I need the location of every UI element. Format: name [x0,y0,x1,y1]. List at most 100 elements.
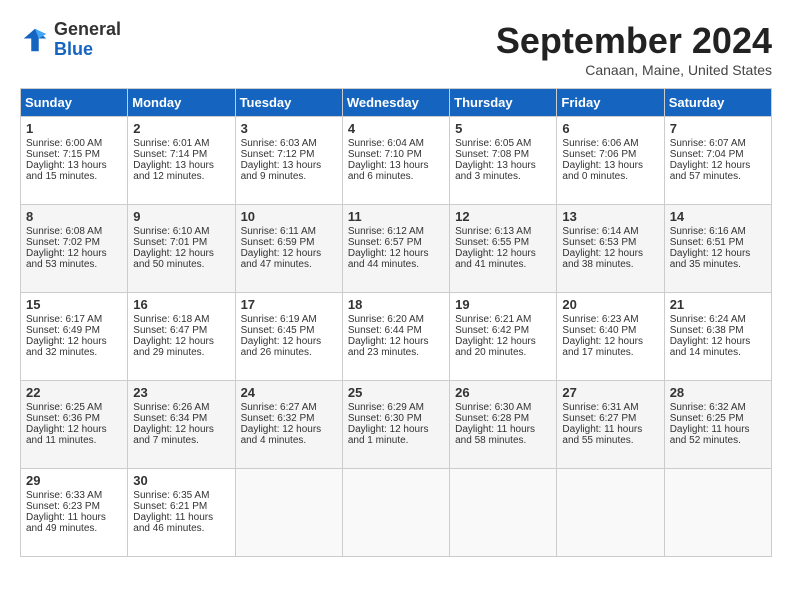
sunset-text: Sunset: 6:25 PM [670,413,744,424]
sunrise-text: Sunrise: 6:32 AM [670,402,746,413]
weekday-header-monday: Monday [128,89,235,117]
calendar-cell: 24Sunrise: 6:27 AMSunset: 6:32 PMDayligh… [235,381,342,469]
sunset-text: Sunset: 6:32 PM [241,413,315,424]
calendar-cell: 3Sunrise: 6:03 AMSunset: 7:12 PMDaylight… [235,117,342,205]
sunset-text: Sunset: 6:44 PM [348,325,422,336]
calendar-cell: 6Sunrise: 6:06 AMSunset: 7:06 PMDaylight… [557,117,664,205]
day-number: 11 [348,209,444,224]
sunset-text: Sunset: 6:49 PM [26,325,100,336]
sunset-text: Sunset: 7:01 PM [133,237,207,248]
daylight-text: Daylight: 12 hours and 44 minutes. [348,248,429,270]
day-number: 12 [455,209,551,224]
calendar-cell: 28Sunrise: 6:32 AMSunset: 6:25 PMDayligh… [664,381,771,469]
sunset-text: Sunset: 6:59 PM [241,237,315,248]
daylight-text: Daylight: 12 hours and 29 minutes. [133,336,214,358]
day-number: 7 [670,121,766,136]
calendar-week-row: 8 Sunrise: 6:08 AMSunset: 7:02 PM Daylight… [21,205,772,293]
day-number: 8 [26,209,122,224]
day-number: 14 [670,209,766,224]
calendar-cell: 22Sunrise: 6:25 AMSunset: 6:36 PMDayligh… [21,381,128,469]
weekday-header-friday: Friday [557,89,664,117]
calendar-cell: 26Sunrise: 6:30 AMSunset: 6:28 PMDayligh… [450,381,557,469]
sunset-text: Sunset: 7:10 PM [348,149,422,160]
month-title: September 2024 [496,20,772,62]
daylight-text: Daylight: 12 hours and 57 minutes. [670,160,751,182]
sunset-text: Sunset: 7:08 PM [455,149,529,160]
sunset-text: Sunset: 6:34 PM [133,413,207,424]
calendar-cell: 9Sunrise: 6:10 AMSunset: 7:01 PMDaylight… [128,205,235,293]
title-block: September 2024 Canaan, Maine, United Sta… [496,20,772,78]
sunrise-text: Sunrise: 6:33 AM [26,490,102,501]
daylight-text: Daylight: 12 hours and 4 minutes. [241,424,322,446]
daylight-text: Daylight: 11 hours and 49 minutes. [26,512,106,534]
sunrise-text: Sunrise: 6:16 AM [670,226,746,237]
sunrise-text: Sunrise: 6:01 AM [133,138,209,149]
daylight-text: Daylight: 12 hours and 41 minutes. [455,248,536,270]
day-number: 15 [26,297,122,312]
day-number: 2 [133,121,229,136]
sunset-text: Sunset: 6:30 PM [348,413,422,424]
day-number: 29 [26,473,122,488]
sunset-text: Sunset: 6:51 PM [670,237,744,248]
sunrise-text: Sunrise: 6:21 AM [455,314,531,325]
daylight-text: Daylight: 12 hours and 35 minutes. [670,248,751,270]
day-number: 16 [133,297,229,312]
daylight-text: Daylight: 12 hours and 38 minutes. [562,248,643,270]
sunrise-text: Sunrise: 6:00 AM [26,138,102,149]
day-number: 5 [455,121,551,136]
logo-text: General Blue [54,20,121,60]
calendar-cell [450,469,557,557]
daylight-text: Daylight: 13 hours and 15 minutes. [26,160,107,182]
daylight-text: Daylight: 12 hours and 47 minutes. [241,248,322,270]
day-number: 19 [455,297,551,312]
sunrise-text: Sunrise: 6:10 AM [133,226,209,237]
sunset-text: Sunset: 6:27 PM [562,413,636,424]
weekday-header-row: SundayMondayTuesdayWednesdayThursdayFrid… [21,89,772,117]
sunset-text: Sunset: 7:02 PM [26,237,100,248]
calendar-cell: 16Sunrise: 6:18 AMSunset: 6:47 PMDayligh… [128,293,235,381]
sunrise-text: Sunrise: 6:35 AM [133,490,209,501]
sunrise-text: Sunrise: 6:30 AM [455,402,531,413]
sunrise-text: Sunrise: 6:23 AM [562,314,638,325]
calendar-cell [342,469,449,557]
sunrise-text: Sunrise: 6:26 AM [133,402,209,413]
weekday-header-wednesday: Wednesday [342,89,449,117]
day-number: 17 [241,297,337,312]
daylight-text: Daylight: 12 hours and 14 minutes. [670,336,751,358]
weekday-header-thursday: Thursday [450,89,557,117]
sunset-text: Sunset: 6:40 PM [562,325,636,336]
sunset-text: Sunset: 7:04 PM [670,149,744,160]
sunrise-text: Sunrise: 6:24 AM [670,314,746,325]
weekday-header-sunday: Sunday [21,89,128,117]
sunrise-text: Sunrise: 6:08 AM [26,226,102,237]
sunrise-text: Sunrise: 6:12 AM [348,226,424,237]
sunrise-text: Sunrise: 6:03 AM [241,138,317,149]
sunset-text: Sunset: 6:45 PM [241,325,315,336]
sunrise-text: Sunrise: 6:31 AM [562,402,638,413]
day-number: 23 [133,385,229,400]
calendar-cell: 13Sunrise: 6:14 AMSunset: 6:53 PMDayligh… [557,205,664,293]
sunrise-text: Sunrise: 6:05 AM [455,138,531,149]
sunset-text: Sunset: 7:14 PM [133,149,207,160]
daylight-text: Daylight: 12 hours and 23 minutes. [348,336,429,358]
sunrise-text: Sunrise: 6:06 AM [562,138,638,149]
calendar-week-row: 1Sunrise: 6:00 AMSunset: 7:15 PMDaylight… [21,117,772,205]
calendar-cell: 2Sunrise: 6:01 AMSunset: 7:14 PMDaylight… [128,117,235,205]
daylight-text: Daylight: 11 hours and 46 minutes. [133,512,213,534]
calendar-cell: 14 Sunrise: 6:16 AMSunset: 6:51 PMDayligh… [664,205,771,293]
daylight-text: Daylight: 12 hours and 11 minutes. [26,424,107,446]
sunrise-text: Sunrise: 6:04 AM [348,138,424,149]
calendar-cell: 19Sunrise: 6:21 AMSunset: 6:42 PMDayligh… [450,293,557,381]
day-number: 22 [26,385,122,400]
daylight-text: Daylight: 12 hours and 17 minutes. [562,336,643,358]
daylight-text: Daylight: 13 hours and 9 minutes. [241,160,322,182]
daylight-text: Daylight: 12 hours and 50 minutes. [133,248,214,270]
daylight-text: Daylight: 11 hours and 58 minutes. [455,424,535,446]
calendar-cell: 30Sunrise: 6:35 AMSunset: 6:21 PMDayligh… [128,469,235,557]
calendar-cell [557,469,664,557]
page-header: General Blue September 2024 Canaan, Main… [20,20,772,78]
daylight-text: Daylight: 12 hours and 1 minute. [348,424,429,446]
day-number: 21 [670,297,766,312]
calendar-cell: 17Sunrise: 6:19 AMSunset: 6:45 PMDayligh… [235,293,342,381]
daylight-text: Daylight: 13 hours and 3 minutes. [455,160,536,182]
